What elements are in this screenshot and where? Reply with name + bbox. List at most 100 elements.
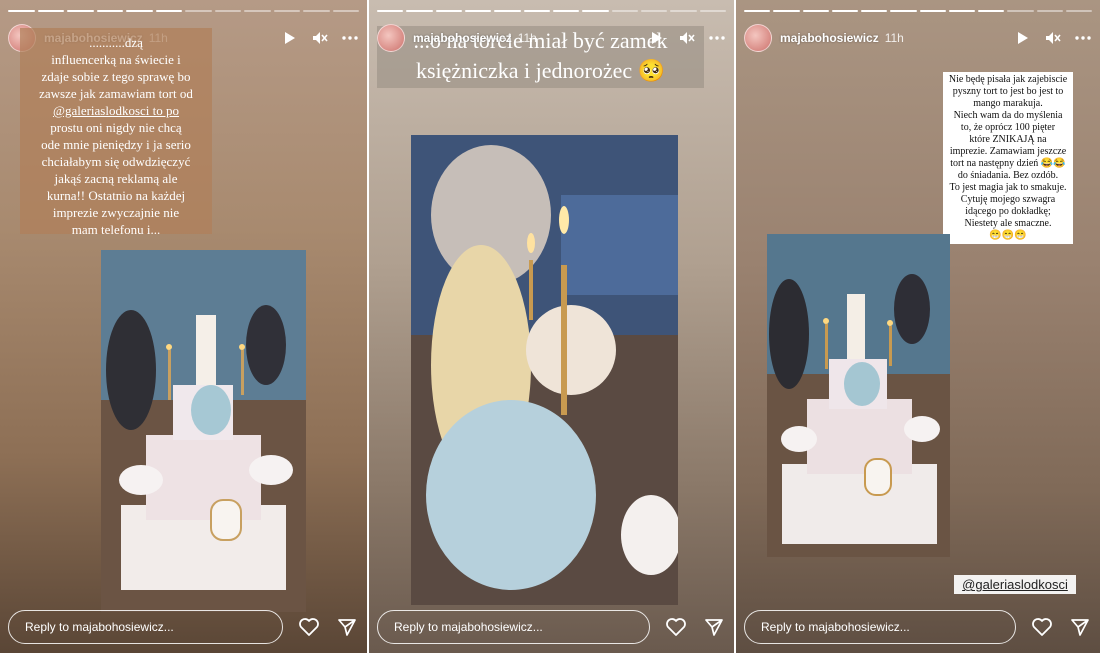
progress-segment bbox=[919, 10, 946, 12]
note-line: 😁😁😁 bbox=[989, 230, 1027, 241]
text-line: ode mnie pieniędzy i ja serio bbox=[41, 137, 191, 152]
progress-segment bbox=[802, 10, 829, 12]
note-line: To jest magia jak to smakuje. bbox=[949, 182, 1067, 193]
progress-segment bbox=[155, 10, 182, 12]
progress-segment bbox=[8, 10, 35, 12]
progress-segment bbox=[948, 10, 975, 12]
story-progress-bars bbox=[377, 10, 726, 12]
progress-segment bbox=[37, 10, 64, 12]
note-line: Nie będę pisała jak zajebiscie bbox=[948, 74, 1068, 85]
note-line: mango marakuja. bbox=[973, 98, 1043, 109]
progress-segment bbox=[640, 10, 668, 12]
progress-segment bbox=[214, 10, 241, 12]
send-icon[interactable] bbox=[335, 615, 359, 639]
progress-segment bbox=[377, 10, 404, 12]
story-panel-1[interactable]: majabohosiewicz 11h ...........dzą influ… bbox=[0, 0, 367, 653]
progress-segment bbox=[831, 10, 858, 12]
progress-segment bbox=[303, 10, 330, 12]
username[interactable]: majabohosiewicz bbox=[780, 31, 879, 45]
heart-icon[interactable] bbox=[297, 615, 321, 639]
progress-segment bbox=[67, 10, 94, 12]
note-line: tort na następny dzień 😂😂 bbox=[950, 158, 1066, 169]
note-line: do śniadania. Bez ozdób. bbox=[957, 170, 1059, 181]
note-line: Niech wam da do myślenia bbox=[953, 110, 1063, 121]
text-line: prostu oni nigdy nie chcą bbox=[50, 120, 182, 135]
reply-input[interactable]: Reply to majabohosiewicz... bbox=[377, 610, 650, 644]
progress-segment bbox=[1007, 10, 1034, 12]
story-footer: Reply to majabohosiewicz... bbox=[744, 609, 1092, 645]
note-line: idącego po dokładkę; bbox=[965, 206, 1051, 217]
progress-segment bbox=[523, 10, 550, 12]
note-line: Cytuję mojego szwagra bbox=[960, 194, 1056, 205]
progress-segment bbox=[890, 10, 917, 12]
story-footer: Reply to majabohosiewicz... bbox=[377, 609, 726, 645]
progress-segment bbox=[1065, 10, 1092, 12]
text-line: jakąś zacną reklamą ale bbox=[54, 171, 178, 186]
story-header: majabohosiewicz 11h bbox=[377, 24, 726, 52]
story-text-box: ...........dzą influencerką na świecie i… bbox=[20, 28, 212, 237]
progress-segment bbox=[699, 10, 726, 12]
progress-segment bbox=[773, 10, 800, 12]
more-icon[interactable] bbox=[341, 29, 359, 47]
progress-segment bbox=[244, 10, 271, 12]
text-line: chciałabym się odwdzięczyć bbox=[41, 154, 191, 169]
progress-segment bbox=[582, 10, 609, 12]
send-icon[interactable] bbox=[702, 615, 726, 639]
progress-segment bbox=[126, 10, 153, 12]
cake-closeup-photo bbox=[411, 135, 678, 605]
heart-icon[interactable] bbox=[664, 615, 688, 639]
story-header: majabohosiewicz 11h bbox=[744, 24, 1092, 52]
mute-icon[interactable] bbox=[1044, 29, 1062, 47]
avatar[interactable] bbox=[744, 24, 772, 52]
progress-segment bbox=[670, 10, 697, 12]
more-icon[interactable] bbox=[1074, 29, 1092, 47]
reply-input[interactable]: Reply to majabohosiewicz... bbox=[744, 610, 1016, 644]
post-time: 11h bbox=[884, 31, 904, 45]
text-line: ...........dzą bbox=[89, 35, 143, 50]
mention-sticker[interactable]: @galeriaslodkosci bbox=[954, 575, 1076, 594]
progress-segment bbox=[744, 10, 771, 12]
more-icon[interactable] bbox=[708, 29, 726, 47]
text-line: zawsze jak zamawiam tort od bbox=[39, 86, 193, 101]
send-icon[interactable] bbox=[1068, 615, 1092, 639]
note-line: to, że oprócz 100 pięter bbox=[960, 122, 1056, 133]
heart-icon[interactable] bbox=[1030, 615, 1054, 639]
play-icon[interactable] bbox=[1014, 29, 1032, 47]
note-line: które ZNIKAJĄ na bbox=[969, 134, 1047, 145]
progress-segment bbox=[96, 10, 123, 12]
progress-segment bbox=[611, 10, 638, 12]
story-footer: Reply to majabohosiewicz... bbox=[8, 609, 359, 645]
progress-segment bbox=[406, 10, 433, 12]
caption-line: księżniczka i jednorożec 🥺 bbox=[415, 58, 666, 83]
progress-segment bbox=[978, 10, 1005, 12]
progress-segment bbox=[494, 10, 521, 12]
story-note-box: Nie będę pisała jak zajebiscie pyszny to… bbox=[943, 72, 1073, 244]
progress-segment bbox=[185, 10, 212, 12]
cake-photo bbox=[767, 234, 950, 557]
progress-segment bbox=[273, 10, 300, 12]
text-line: kurna!! Ostatnio na każdej bbox=[46, 188, 186, 203]
note-line: Niestety ale smaczne. bbox=[964, 218, 1052, 229]
story-panel-2[interactable]: ...o na torcie miał być zamek księżniczk… bbox=[369, 0, 734, 653]
note-line: pyszny tort to jest bo jest to bbox=[952, 86, 1064, 97]
mute-icon[interactable] bbox=[311, 29, 329, 47]
text-line: imprezie zwyczajnie nie bbox=[52, 205, 180, 220]
mute-icon[interactable] bbox=[678, 29, 696, 47]
play-icon[interactable] bbox=[648, 29, 666, 47]
story-panel-3[interactable]: majabohosiewicz 11h Nie będę pisała jak … bbox=[736, 0, 1100, 653]
progress-segment bbox=[464, 10, 492, 12]
story-progress-bars bbox=[744, 10, 1092, 12]
avatar[interactable] bbox=[377, 24, 405, 52]
reply-input[interactable]: Reply to majabohosiewicz... bbox=[8, 610, 283, 644]
progress-segment bbox=[552, 10, 580, 12]
username[interactable]: majabohosiewicz bbox=[413, 31, 512, 45]
text-line: influencerką na świecie i bbox=[51, 52, 181, 67]
cake-photo bbox=[101, 250, 306, 612]
progress-segment bbox=[861, 10, 888, 12]
story-progress-bars bbox=[8, 10, 359, 12]
post-time: 11h bbox=[517, 31, 537, 45]
progress-segment bbox=[332, 10, 359, 12]
mention-link[interactable]: @galeriaslodkosci to po bbox=[28, 102, 204, 119]
play-icon[interactable] bbox=[281, 29, 299, 47]
progress-segment bbox=[435, 10, 462, 12]
